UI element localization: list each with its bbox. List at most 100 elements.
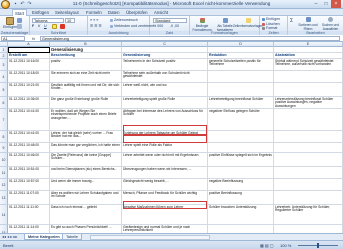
table-cell[interactable]: Lehrer arbeitet wenn oder nicht mit mit … <box>122 153 208 167</box>
table-cell[interactable]: 01.12.2011 11:14:00 <box>8 225 50 233</box>
table-cell[interactable] <box>274 225 343 233</box>
cut-icon[interactable] <box>17 18 22 23</box>
formula-input[interactable]: Generalisierung <box>40 36 340 41</box>
autosum-button[interactable]: Σ <box>290 18 293 24</box>
table-cell[interactable]: negative Beeinflussung <box>208 179 274 191</box>
row-header[interactable]: 13 <box>0 191 8 205</box>
table-cell[interactable] <box>274 71 343 83</box>
row-header[interactable]: 14 <box>0 205 8 225</box>
fx-icon[interactable]: fx <box>32 36 35 41</box>
table-cell[interactable]: Schüler brauchen Unterstützung <box>208 205 274 225</box>
table-cell[interactable]: Lehrerbetr. Unterstützung für Schüler, R… <box>274 205 343 225</box>
name-box[interactable]: A1 <box>1 36 25 41</box>
table-cell[interactable] <box>274 179 343 191</box>
table-cell[interactable] <box>208 71 274 83</box>
table-cell[interactable]: 01.12.2011 10:21:00 <box>8 83 50 97</box>
tab-review[interactable]: Überprüfen <box>124 9 150 16</box>
view-buttons-icon[interactable]: ▦ ▤ ▢ <box>260 243 274 248</box>
table-cell[interactable]: 01.12.2011 10:57:00 <box>8 179 50 191</box>
table-cell[interactable]: 01.12.2011 10:46:00 <box>8 143 50 153</box>
row-header[interactable]: 11 <box>0 167 8 179</box>
font-name-combo[interactable]: Tahoma <box>32 18 64 23</box>
sort-filter-button[interactable]: Sortieren und Filtern <box>298 17 318 31</box>
table-cell[interactable]: 01.12.2011 10:51:00 <box>8 167 50 179</box>
percent-button[interactable]: % 000 <box>153 24 163 28</box>
row-header[interactable]: 15 <box>0 225 8 233</box>
table-cell[interactable]: negativer Einfluss gelegen Schüler <box>208 109 274 131</box>
row-header[interactable]: 10 <box>0 153 8 167</box>
table-cell[interactable] <box>274 109 343 131</box>
table-cell[interactable]: Lehrerbeteiligung beeinflusst Schüler <box>208 97 274 109</box>
format-cells-button[interactable]: Format <box>262 26 277 30</box>
table-cell[interactable] <box>274 83 343 97</box>
conditional-formatting-button[interactable]: Bedingte Formatierung <box>192 18 212 32</box>
table-cell[interactable]: 01.12.2011 10:41:00 <box>8 131 50 143</box>
table-cell[interactable]: Die ganz große Erziehung! große Rolle <box>50 97 122 109</box>
table-cell[interactable]: Die Zweite [Relevanz] die keine [Gruppe]… <box>50 153 122 167</box>
wrap-text-button[interactable]: Zeilenumbruch <box>110 18 138 22</box>
table-cell[interactable]: und beim Dienstplanen (sic) eines Bereic… <box>50 167 122 179</box>
table-cell[interactable]: Deutlich auffällig mit Ihnen und mit Dir… <box>50 83 122 97</box>
table-cell[interactable]: Teilnehme sehr außerhalb von Schulzeit n… <box>122 71 208 83</box>
table-cell[interactable]: 01.12.2011 10:16:00 <box>8 59 50 71</box>
table-cell[interactable]: positive Einflüsse spiegelt sich im Erge… <box>208 153 274 167</box>
table-cell[interactable]: 01.12.2011 10:41:00 <box>8 109 50 131</box>
underline-button[interactable]: U <box>44 24 47 28</box>
row-header[interactable]: 7 <box>0 109 8 131</box>
table-cell[interactable]: Störfall während Schulzeit gewährleistet… <box>274 59 343 71</box>
fill-color-icon[interactable] <box>52 24 57 29</box>
table-cell[interactable]: Aber es wollten wir Lehrer Schulaufgaben… <box>50 191 122 205</box>
number-format-combo[interactable]: Standard <box>153 18 187 23</box>
table-cell[interactable]: Lehrerunterstützung beeinflusst Schüler … <box>274 97 343 109</box>
table-cell[interactable]: Überzeugungen haben wenn wir Interessen,… <box>122 167 208 179</box>
insert-cells-button[interactable]: Einfügen <box>262 17 280 21</box>
minimize-icon[interactable]: – <box>311 0 321 8</box>
find-select-button[interactable]: Suchen und Auswählen <box>320 17 341 31</box>
table-cell[interactable]: Sie erinnern sich an eine Zeit nicht meh… <box>50 71 122 83</box>
zoom-slider-thumb[interactable] <box>317 243 319 248</box>
tab-data[interactable]: Daten <box>106 9 121 16</box>
table-cell[interactable]: Gleichgewicht wenig bezahlt, ... <box>122 179 208 191</box>
table-cell[interactable]: 01.12.2011 10:36:00 <box>8 97 50 109</box>
align-top-icon[interactable]: ≡ ≡ ≡ <box>90 18 98 22</box>
decimal-button[interactable]: ,0 ,00 <box>170 24 179 28</box>
table-cell[interactable] <box>208 131 274 143</box>
row-header[interactable]: 12 <box>0 179 8 191</box>
tab-view[interactable]: Ansicht <box>152 9 170 16</box>
table-cell[interactable]: Lehrer weiß nicht, wie und wo <box>122 83 208 97</box>
table-cell[interactable]: Es gibt so auch Phasen Persönlichkeit! .… <box>50 225 122 233</box>
row-header[interactable]: 8 <box>0 131 8 143</box>
table-cell[interactable]: Gerätedesign und normal Schüler und je n… <box>122 225 208 233</box>
table-cell[interactable]: Lehrer, der hat gleich (sehr) vorher ...… <box>50 131 122 143</box>
tab-nav-icon[interactable]: ◂◂ ◂ ▸ ▸▸ <box>2 234 17 239</box>
table-cell[interactable]: 01.12.2011 11:11:00 <box>8 205 50 225</box>
cell-styles-button[interactable]: Zellenformatvorlagen <box>233 18 263 28</box>
table-cell[interactable]: 01.12.2011 10:18:00 <box>8 71 50 83</box>
font-size-combo[interactable]: 10 <box>65 18 75 23</box>
zoom-level[interactable]: 100 % <box>280 243 291 248</box>
table-cell[interactable] <box>208 83 274 97</box>
table-cell[interactable]: Das könnte man gar verglichen, ich hatte… <box>50 143 122 153</box>
table-cell[interactable]: 01.12.2011 10:46:00 <box>8 153 50 167</box>
close-icon[interactable]: × <box>331 0 341 8</box>
tab-insert[interactable]: Einfügen <box>30 9 51 16</box>
table-cell[interactable] <box>274 153 343 167</box>
table-cell[interactable] <box>274 131 343 143</box>
row-header[interactable]: 6 <box>0 97 8 109</box>
font-color-icon[interactable] <box>60 24 65 29</box>
row-header[interactable]: 4 <box>0 71 8 83</box>
table-cell[interactable]: Er wollten, daß wir Wegen Sie einzelspre… <box>50 109 122 131</box>
tab-page-layout[interactable]: Seitenlayout <box>53 9 81 16</box>
table-cell[interactable]: positive Beeinflussung <box>208 191 274 205</box>
maximize-icon[interactable]: □ <box>321 0 331 8</box>
table-cell[interactable]: 01.12.2011 11:07:00 <box>8 191 50 205</box>
row-header[interactable]: 5 <box>0 83 8 97</box>
table-cell[interactable] <box>208 167 274 179</box>
italic-button[interactable]: K <box>38 24 40 28</box>
table-cell[interactable]: Dass ich noch einmal ... geliebt <box>50 205 122 225</box>
table-cell[interactable] <box>274 191 343 205</box>
copy-icon[interactable] <box>17 24 22 29</box>
table-cell[interactable] <box>208 225 274 233</box>
tab-formulas[interactable]: Formeln <box>84 9 104 16</box>
table-cell[interactable]: Teilnehmerin in der Schulzeit positiv <box>122 59 208 71</box>
